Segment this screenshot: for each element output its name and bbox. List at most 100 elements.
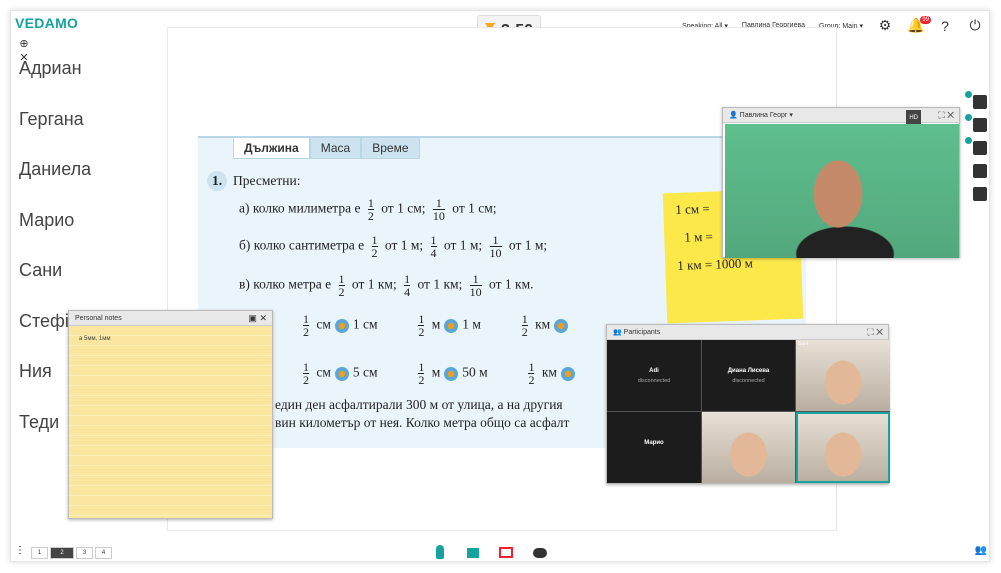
more-icon[interactable]: ⋮ [15, 545, 25, 556]
chat-icon[interactable] [533, 548, 547, 558]
save-icon[interactable]: ▣ [248, 313, 257, 323]
text: м [431, 316, 441, 332]
page-button[interactable]: 1 [31, 547, 48, 559]
help-icon[interactable]: ? [937, 18, 953, 34]
notes-title: Personal notes [75, 315, 122, 322]
participant-tile[interactable]: Диана Лисева disconnected [702, 340, 795, 411]
bell-icon[interactable]: 🔔 99 [907, 16, 931, 34]
exercise-number: 1. [207, 171, 227, 191]
text: км [535, 316, 551, 332]
fraction: 1 10 [432, 196, 445, 223]
notes-header: Personal notes ▣ ✕ [69, 311, 272, 326]
problem-text-2: вин километър от нея. Колко метра общо с… [275, 415, 570, 430]
notes-textarea[interactable]: а 5мм, 1мм [69, 326, 272, 518]
right-toolbar [965, 91, 991, 201]
student-name: Адриан [19, 58, 82, 78]
text: от 1 км; [351, 276, 397, 292]
teacher-video [725, 124, 959, 258]
exercise-row-2: 12 см 1 см 12 м 1 м 12 км [299, 313, 572, 338]
student-name: Сани [19, 260, 63, 280]
user-icon[interactable] [965, 91, 987, 109]
fraction: 12 [303, 312, 309, 339]
flower-icon [560, 366, 575, 381]
text: от 1 км; [417, 276, 463, 292]
page-button[interactable]: 2 [50, 547, 74, 559]
tab-time[interactable]: Време [361, 137, 420, 159]
screen-icon[interactable] [965, 137, 987, 155]
flower-icon [444, 366, 459, 381]
text: б) колко сантиметра е [239, 237, 365, 253]
lesson-tabs: Дължина Маса Време [233, 137, 420, 159]
fullscreen-icon[interactable]: ⛶ [938, 110, 944, 120]
personal-notes-panel[interactable]: Personal notes ▣ ✕ а 5мм, 1мм [68, 310, 273, 519]
flower-icon [334, 318, 349, 333]
participant-tile[interactable] [702, 412, 795, 483]
close-icon[interactable]: ✕ [947, 110, 954, 120]
exercise-row-3: 12 см 5 см 12 м 50 м 12 км [299, 361, 579, 386]
page-button[interactable]: 3 [76, 547, 93, 559]
fraction: 1 10 [469, 272, 482, 299]
fraction: 12 [338, 272, 345, 299]
problem-text-1: един ден асфалтирали 300 м от улица, а н… [275, 397, 563, 412]
participant-tile[interactable]: Adi disconnected [607, 340, 701, 411]
zoom-in-icon[interactable]: ⊕ [17, 37, 31, 51]
close-icon[interactable]: ✕ [259, 313, 267, 323]
student-name: Даниела [19, 159, 92, 179]
vedamo-logo: VEDAMO [15, 15, 79, 31]
gear-icon[interactable]: ⚙ [877, 17, 893, 34]
video-panel[interactable]: 👤 Павлина Георг ▾ HD ⛶ ✕ [722, 107, 960, 258]
participants-toggle-icon[interactable]: 👥 [975, 545, 987, 556]
participants-header: 👥 Participants ⛶ ✕ [607, 325, 888, 340]
exercise-line-a: а) колко милиметра е 12 от 1 см; 1 10 от … [239, 197, 497, 222]
text: 1 м [462, 316, 481, 332]
video-user-name[interactable]: Павлина Георг [740, 112, 788, 119]
power-icon[interactable]: ⏻ [967, 17, 983, 34]
fraction: 14 [430, 233, 437, 260]
flower-icon [334, 366, 349, 381]
app-frame: VEDAMO ⊕ ✕ 3:50 Speaking: All Павлина Ге… [10, 10, 990, 562]
text: см [316, 316, 331, 332]
fraction: 12 [418, 360, 425, 387]
notification-badge: 99 [920, 16, 931, 24]
participants-panel[interactable]: 👥 Participants ⛶ ✕ Adi disconnected Диана… [606, 324, 890, 484]
page-button[interactable]: 4 [95, 547, 112, 559]
users-icon[interactable] [965, 114, 987, 132]
participants-icon: 👥 [613, 329, 622, 336]
user-small-icon: 👤 [729, 112, 738, 119]
text: от 1 м; [443, 237, 483, 253]
fraction: 12 [418, 312, 425, 339]
tab-length[interactable]: Дължина [233, 137, 310, 159]
text: от 1 см; [381, 200, 426, 216]
camera-icon[interactable] [467, 548, 479, 558]
pagination: 1 2 3 4 [31, 547, 112, 559]
fraction: 12 [367, 196, 374, 223]
notes-content: а 5мм, 1мм [79, 336, 111, 342]
close-icon[interactable]: ✕ [876, 327, 883, 337]
fraction: 12 [371, 233, 378, 260]
text: 5 см [352, 364, 378, 380]
attachment-icon[interactable] [973, 187, 987, 201]
participant-tile[interactable]: Sani [796, 340, 890, 411]
fullscreen-icon[interactable]: ⛶ [867, 327, 873, 337]
student-name: Гергана [19, 108, 84, 129]
screen-share-icon[interactable] [499, 547, 513, 558]
fraction: 14 [404, 272, 411, 299]
text: см [316, 364, 331, 380]
text: от 1 км. [489, 276, 534, 292]
student-name: Марио [19, 209, 75, 230]
text: а) колко милиметра е [239, 200, 361, 216]
participant-tile[interactable] [796, 412, 890, 483]
flower-icon [444, 318, 459, 333]
microphone-icon[interactable] [436, 545, 444, 559]
play-icon[interactable] [973, 164, 987, 178]
exercise-line-b: б) колко сантиметра е 12 от 1 м; 14 от 1… [239, 234, 547, 259]
text: 50 м [462, 364, 488, 380]
text: от 1 м; [508, 237, 548, 253]
text: 1 см [352, 316, 378, 332]
media-controls [433, 545, 547, 559]
exercise-line-c: в) колко метра е 12 от 1 км; 14 от 1 км;… [239, 273, 534, 298]
tab-mass[interactable]: Маса [309, 137, 362, 159]
video-header: 👤 Павлина Георг ▾ HD ⛶ ✕ [723, 108, 959, 127]
fraction: 12 [303, 360, 309, 387]
participant-tile[interactable]: Марио [607, 412, 701, 483]
